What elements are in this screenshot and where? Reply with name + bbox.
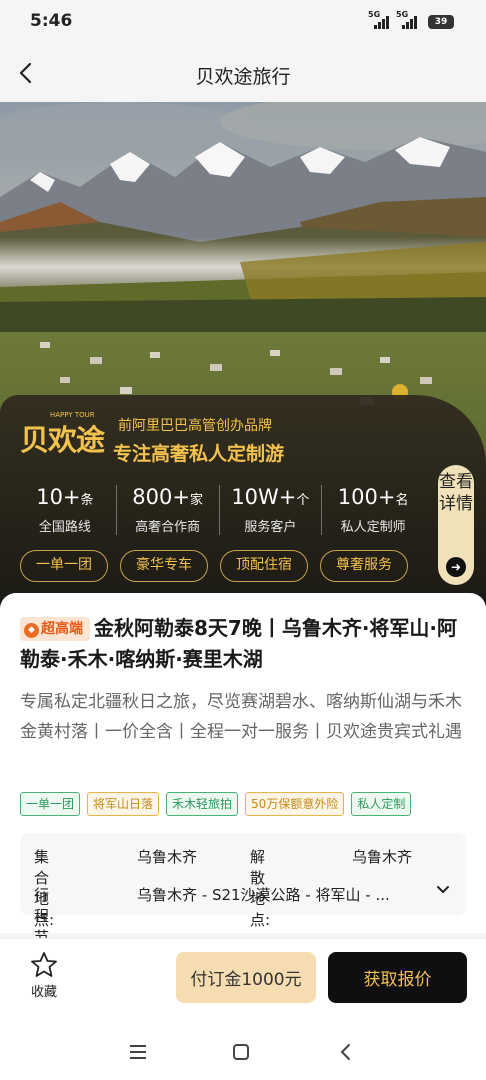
get-quote-button[interactable]: 获取报价 <box>328 952 467 1003</box>
feature-pill: 尊奢服务 <box>320 550 408 582</box>
feature-pill: 顶配住宿 <box>220 550 308 582</box>
stat-customers: 10W+个 服务客户 <box>220 485 323 535</box>
brand-logo: HAPPY TOUR 贝欢途 <box>20 411 105 457</box>
status-bar: 5:46 5G 5G 39 <box>0 0 486 44</box>
battery-icon: 39 <box>428 14 454 29</box>
signal-icon-2: 5G <box>396 10 420 30</box>
menu-icon[interactable] <box>128 1042 148 1062</box>
product-description: 专属私定北疆秋日之旅，尽览赛湖碧水、喀纳斯仙湖与禾木金黄村落丨一价全含丨全程一对… <box>20 692 462 742</box>
product-card: ◆ 超高端 金秋阿勒泰8天7晚丨乌鲁木齐·将军山·阿勒泰·禾木·喀纳斯·赛里木湖 专… <box>0 593 486 967</box>
feature-pill: 豪华专车 <box>120 550 208 582</box>
stat-planners: 100+名 私人定制师 <box>337 485 409 535</box>
brand-stats: 10+条 全国路线 800+家 高奢合作商 10W+个 服务客户 100+名 私… <box>14 485 424 535</box>
status-time: 5:46 <box>30 11 73 31</box>
tag: 禾木轻旅拍 <box>166 792 239 816</box>
brand-panel: HAPPY TOUR 贝欢途 前阿里巴巴高管创办品牌 专注高奢私人定制游 10+… <box>0 395 486 605</box>
nav-bar: 贝欢途旅行 <box>0 44 486 102</box>
feature-pill: 一单一团 <box>20 550 108 582</box>
stat-partners: 800+家 高奢合作商 <box>117 485 220 535</box>
brand-tagline-2: 专注高奢私人定制游 <box>113 443 285 465</box>
signal-icon: 5G <box>368 10 392 30</box>
tag: 50万保额意外险 <box>245 792 345 816</box>
tag: 一单一团 <box>20 792 81 816</box>
product-tags: 一单一团 将军山日落 禾木轻旅拍 50万保额意外险 私人定制 <box>20 792 412 816</box>
tag: 将军山日落 <box>87 792 160 816</box>
meeting-value: 乌鲁木齐 <box>137 848 198 866</box>
status-icons: 5G 5G 39 <box>368 10 454 30</box>
dismiss-value: 乌鲁木齐 <box>352 848 413 866</box>
action-bar: 收藏 付订金1000元 获取报价 <box>0 938 486 1024</box>
chevron-down-icon[interactable] <box>436 883 450 897</box>
feature-pills: 一单一团 豪华专车 顶配住宿 尊奢服务 <box>20 550 408 582</box>
favorite-button[interactable]: 收藏 <box>24 951 64 1000</box>
itinerary-value: 乌鲁木齐 - S21沙漠公路 - 将军山 - ... <box>137 886 390 904</box>
back-nav-icon[interactable] <box>336 1042 356 1062</box>
diamond-icon: ◆ <box>24 623 39 638</box>
tag: 私人定制 <box>351 792 412 816</box>
itinerary-info[interactable]: 集合地点: 乌鲁木齐 解散地点: 乌鲁木齐 行程节奏: 乌鲁木齐 - S21沙漠… <box>20 833 466 967</box>
system-nav-bar <box>0 1024 486 1080</box>
arrow-right-icon: ➜ <box>446 557 466 577</box>
home-icon[interactable] <box>231 1042 251 1062</box>
premium-badge: ◆ 超高端 <box>20 617 90 641</box>
page-title: 贝欢途旅行 <box>195 66 291 88</box>
star-icon <box>31 952 57 977</box>
stat-routes: 10+条 全国路线 <box>14 485 117 535</box>
view-details-button[interactable]: 查看详情 ➜ <box>438 465 474 585</box>
pay-deposit-button[interactable]: 付订金1000元 <box>176 952 316 1003</box>
brand-tagline-1: 前阿里巴巴高管创办品牌 <box>118 418 272 434</box>
product-title-row: ◆ 超高端 金秋阿勒泰8天7晚丨乌鲁木齐·将军山·阿勒泰·禾木·喀纳斯·赛里木湖 <box>20 613 470 675</box>
